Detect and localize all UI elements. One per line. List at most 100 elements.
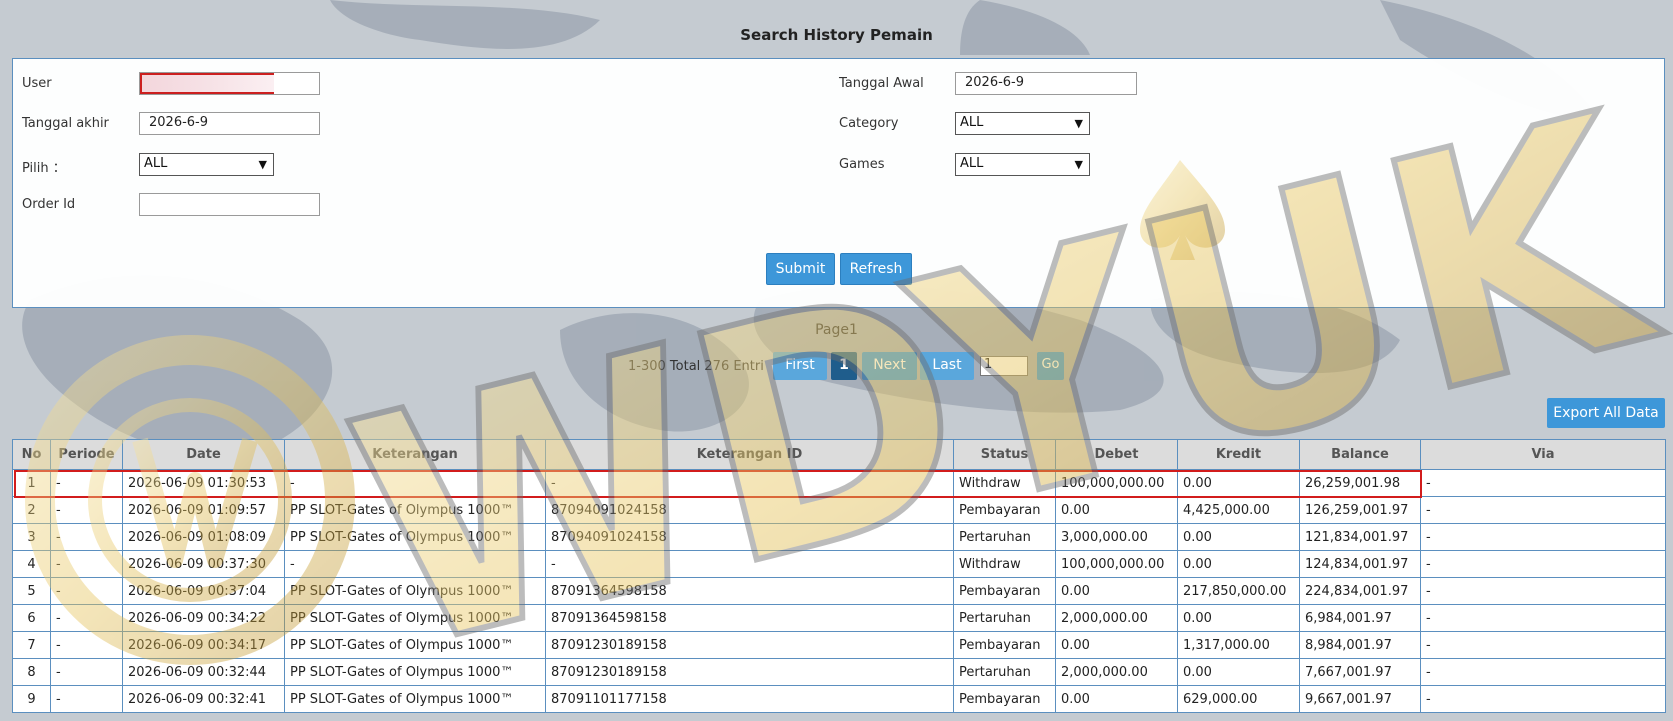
cell-balance: 9,667,001.97	[1299, 685, 1421, 713]
cell-periode: -	[50, 496, 123, 524]
cell-keterangan: PP SLOT-Gates of Olympus 1000™	[284, 604, 546, 632]
tanggal-awal-input[interactable]: 2026-6-9	[955, 72, 1137, 95]
cell-debet: 0.00	[1055, 577, 1178, 605]
games-select[interactable]: ALL ▼	[955, 153, 1090, 176]
cell-balance: 6,984,001.97	[1299, 604, 1421, 632]
cell-via: -	[1420, 550, 1666, 578]
cell-date: 2026-06-09 00:32:44	[122, 658, 285, 686]
cell-date: 2026-06-09 00:34:22	[122, 604, 285, 632]
cell-status: Withdraw	[953, 469, 1056, 497]
go-button[interactable]: Go	[1037, 352, 1064, 380]
cell-debet: 2,000,000.00	[1055, 658, 1178, 686]
cell-balance: 121,834,001.97	[1299, 523, 1421, 551]
cell-kredit: 1,317,000.00	[1177, 631, 1300, 659]
column-header-balance[interactable]: Balance	[1299, 439, 1421, 470]
user-input[interactable]	[139, 72, 320, 95]
cell-debet: 0.00	[1055, 685, 1178, 713]
cell-balance: 124,834,001.97	[1299, 550, 1421, 578]
table-row: 8 - 2026-06-09 00:32:44 PP SLOT-Gates of…	[12, 658, 1666, 686]
cell-status: Pembayaran	[953, 496, 1056, 524]
category-select[interactable]: ALL ▼	[955, 112, 1090, 135]
cell-no: 7	[12, 631, 51, 659]
cell-via: -	[1420, 658, 1666, 686]
cell-date: 2026-06-09 00:37:30	[122, 550, 285, 578]
column-header-debet[interactable]: Debet	[1055, 439, 1178, 470]
cell-keterangan-id-link[interactable]: 87094091024158	[545, 523, 954, 551]
cell-keterangan-id-link[interactable]: 87091364598158	[545, 604, 954, 632]
column-header-periode[interactable]: Periode	[50, 439, 123, 470]
cell-via: -	[1420, 496, 1666, 524]
cell-balance: 8,984,001.97	[1299, 631, 1421, 659]
table-header-row: No Periode Date Keterangan Keterangan ID…	[12, 439, 1666, 470]
cell-keterangan-id-link[interactable]: 87091230189158	[545, 631, 954, 659]
column-header-kredit[interactable]: Kredit	[1177, 439, 1300, 470]
cell-keterangan: PP SLOT-Gates of Olympus 1000™	[284, 523, 546, 551]
current-page-button[interactable]: 1	[831, 352, 857, 380]
cell-no: 5	[12, 577, 51, 605]
cell-periode: -	[50, 523, 123, 551]
cell-via: -	[1420, 685, 1666, 713]
cell-status: Pembayaran	[953, 685, 1056, 713]
column-header-status[interactable]: Status	[953, 439, 1056, 470]
cell-date: 2026-06-09 00:34:17	[122, 631, 285, 659]
column-header-date[interactable]: Date	[122, 439, 285, 470]
pilih-select[interactable]: ALL ▼	[139, 153, 274, 176]
games-select-value: ALL	[960, 156, 984, 171]
export-all-data-button[interactable]: Export All Data	[1547, 398, 1665, 428]
tanggal-akhir-input[interactable]: 2026-6-9	[139, 112, 320, 135]
cell-no: 1	[12, 469, 51, 497]
column-header-keterangan[interactable]: Keterangan	[284, 439, 546, 470]
cell-periode: -	[50, 631, 123, 659]
cell-via: -	[1420, 577, 1666, 605]
cell-status: Pertaruhan	[953, 523, 1056, 551]
cell-keterangan: PP SLOT-Gates of Olympus 1000™	[284, 658, 546, 686]
next-page-button[interactable]: Next	[862, 352, 917, 380]
cell-keterangan: PP SLOT-Gates of Olympus 1000™	[284, 685, 546, 713]
page-number-input[interactable]: 1	[980, 356, 1028, 376]
order-id-input[interactable]	[139, 193, 320, 216]
cell-keterangan-id-link[interactable]: 87091101177158	[545, 685, 954, 713]
search-form-panel: User Tanggal akhir 2026-6-9 Pilih ： ALL …	[12, 58, 1665, 308]
pilih-select-value: ALL	[144, 156, 168, 171]
table-row: 3 - 2026-06-09 01:08:09 PP SLOT-Gates of…	[12, 523, 1666, 551]
cell-keterangan-id-link[interactable]: 87091230189158	[545, 658, 954, 686]
cell-kredit: 217,850,000.00	[1177, 577, 1300, 605]
first-page-button[interactable]: First	[773, 352, 827, 380]
submit-button[interactable]: Submit	[766, 253, 835, 285]
column-header-no[interactable]: No	[12, 439, 51, 470]
cell-kredit: 0.00	[1177, 604, 1300, 632]
category-select-value: ALL	[960, 115, 984, 130]
cell-kredit: 0.00	[1177, 658, 1300, 686]
redacted-user-value	[140, 73, 274, 94]
cell-no: 6	[12, 604, 51, 632]
column-header-via[interactable]: Via	[1420, 439, 1666, 470]
cell-keterangan: -	[284, 469, 546, 497]
cell-keterangan: PP SLOT-Gates of Olympus 1000™	[284, 577, 546, 605]
cell-via: -	[1420, 631, 1666, 659]
cell-balance: 224,834,001.97	[1299, 577, 1421, 605]
cell-keterangan: -	[284, 550, 546, 578]
cell-keterangan-id-link[interactable]: 87094091024158	[545, 496, 954, 524]
cell-kredit: 0.00	[1177, 523, 1300, 551]
cell-date: 2026-06-09 00:37:04	[122, 577, 285, 605]
cell-date: 2026-06-09 00:32:41	[122, 685, 285, 713]
cell-status: Pembayaran	[953, 631, 1056, 659]
tanggal-awal-label: Tanggal Awal	[839, 76, 924, 91]
order-id-label: Order Id	[22, 197, 76, 212]
cell-balance: 7,667,001.97	[1299, 658, 1421, 686]
cell-date: 2026-06-09 01:08:09	[122, 523, 285, 551]
column-header-keterangan-id[interactable]: Keterangan ID	[545, 439, 954, 470]
cell-debet: 2,000,000.00	[1055, 604, 1178, 632]
page-indicator: Page1	[815, 322, 858, 338]
refresh-button[interactable]: Refresh	[840, 253, 912, 285]
cell-keterangan-id-link[interactable]: 87091364598158	[545, 577, 954, 605]
cell-no: 4	[12, 550, 51, 578]
last-page-button[interactable]: Last	[920, 352, 974, 380]
cell-periode: -	[50, 604, 123, 632]
cell-date: 2026-06-09 01:09:57	[122, 496, 285, 524]
cell-via: -	[1420, 604, 1666, 632]
cell-debet: 100,000,000.00	[1055, 469, 1178, 497]
cell-periode: -	[50, 550, 123, 578]
cell-debet: 0.00	[1055, 496, 1178, 524]
cell-status: Pertaruhan	[953, 604, 1056, 632]
